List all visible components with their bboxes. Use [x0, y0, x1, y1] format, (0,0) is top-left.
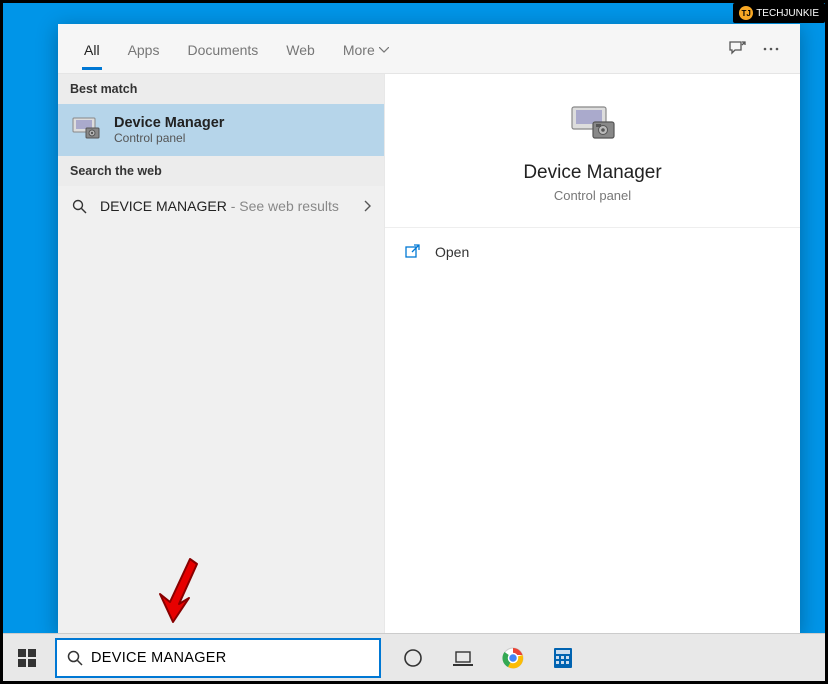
tab-apps[interactable]: Apps [114, 28, 174, 70]
search-panel: All Apps Documents Web More Best match [58, 24, 800, 634]
open-action[interactable]: Open [385, 228, 800, 276]
detail-title: Device Manager [523, 162, 661, 184]
results-column: Best match Device Manager Control panel [58, 74, 384, 634]
taskbar-icons [389, 634, 587, 682]
panel-body: Best match Device Manager Control panel [58, 74, 800, 634]
feedback-icon[interactable] [720, 32, 754, 66]
chevron-down-icon [379, 47, 389, 53]
more-options-icon[interactable] [754, 39, 788, 59]
device-manager-large-icon [567, 104, 619, 146]
tab-more[interactable]: More [329, 28, 403, 70]
start-button[interactable] [3, 634, 51, 682]
search-tabs: All Apps Documents Web More [58, 24, 800, 74]
device-manager-icon [70, 114, 102, 146]
search-input[interactable] [91, 650, 369, 666]
web-result-text: DEVICE MANAGER - See web results [100, 198, 352, 214]
web-result-suffix: - See web results [227, 198, 339, 214]
tab-documents[interactable]: Documents [173, 28, 272, 70]
tab-more-label: More [343, 42, 375, 58]
web-result-query: DEVICE MANAGER [100, 198, 227, 214]
tab-web[interactable]: Web [272, 28, 329, 70]
detail-header: Device Manager Control panel [385, 74, 800, 228]
annotation-arrow [155, 554, 205, 624]
watermark-text: TECHJUNKIE [756, 8, 819, 19]
taskbar [3, 633, 825, 681]
cortana-icon[interactable] [389, 634, 437, 682]
task-view-icon[interactable] [439, 634, 487, 682]
taskbar-search-box[interactable] [55, 638, 381, 678]
watermark: TJ TECHJUNKIE [733, 3, 825, 23]
best-match-title: Device Manager [114, 115, 224, 131]
chrome-icon[interactable] [489, 634, 537, 682]
chevron-right-icon [364, 200, 372, 212]
tab-all[interactable]: All [70, 28, 114, 70]
search-icon [67, 650, 83, 666]
open-icon [405, 244, 421, 260]
best-match-result[interactable]: Device Manager Control panel [58, 104, 384, 156]
search-icon [70, 199, 88, 214]
watermark-badge-icon: TJ [739, 6, 753, 20]
calculator-icon[interactable] [539, 634, 587, 682]
open-label: Open [435, 244, 469, 260]
web-result[interactable]: DEVICE MANAGER - See web results [58, 186, 384, 226]
web-header: Search the web [58, 156, 384, 186]
best-match-header: Best match [58, 74, 384, 104]
best-match-text: Device Manager Control panel [114, 115, 224, 145]
windows-logo-icon [18, 649, 36, 667]
best-match-subtitle: Control panel [114, 131, 224, 145]
detail-subtitle: Control panel [554, 188, 631, 203]
detail-column: Device Manager Control panel Open [384, 74, 800, 634]
